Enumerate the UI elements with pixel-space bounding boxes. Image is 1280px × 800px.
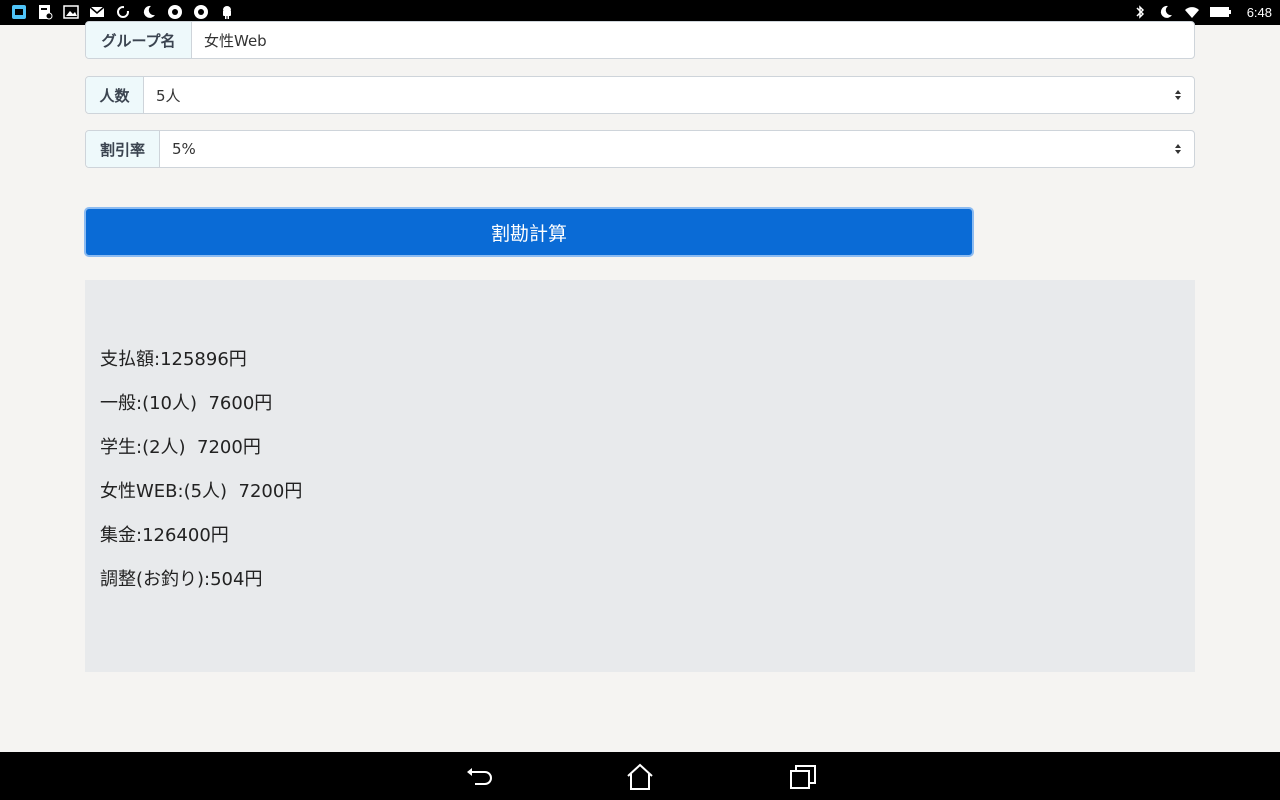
chrome-icon [192,3,210,21]
android-icon [218,3,236,21]
discount-select-group: 割引率 5% [85,130,1195,168]
result-panel: 支払額:125896円 一般:(10人) 7600円 学生:(2人) 7200円… [85,280,1195,672]
sync-icon [114,3,132,21]
main-content: グループ名 女性Web 人数 5人 割引率 5% 割勘計算 支払額:125896… [0,21,1280,752]
people-select[interactable]: 5人 [144,77,1194,113]
group-name-label: グループ名 [86,22,192,58]
home-icon[interactable] [625,762,655,792]
back-icon[interactable] [463,762,493,792]
system-icons: 6:48 [1131,3,1272,21]
select-arrows-icon [1175,144,1181,154]
bluetooth-icon [1131,3,1149,21]
result-general: 一般:(10人) 7600円 [100,393,273,414]
calculate-button[interactable]: 割勘計算 [84,207,974,257]
discount-select[interactable]: 5% [160,131,1194,167]
people-label: 人数 [86,77,144,113]
select-arrows-icon [1175,90,1181,100]
group-name-field-group: グループ名 女性Web [85,21,1195,59]
moon-icon [140,3,158,21]
mail-icon [88,3,106,21]
doc-icon [36,3,54,21]
result-change: 調整(お釣り):504円 [100,569,263,590]
wifi-icon [1183,3,1201,21]
group-name-input[interactable]: 女性Web [192,22,1194,58]
app-icon [10,3,28,21]
result-women-web: 女性WEB:(5人) 7200円 [100,481,303,502]
gallery-icon [62,3,80,21]
discount-label: 割引率 [86,131,160,167]
chrome-icon [166,3,184,21]
people-select-group: 人数 5人 [85,76,1195,114]
battery-icon [1209,3,1233,21]
clock: 6:48 [1246,4,1272,20]
result-student: 学生:(2人) 7200円 [100,437,261,458]
result-total-payment: 支払額:125896円 [100,349,247,370]
moon-icon [1157,3,1175,21]
navigation-bar [0,752,1280,800]
people-select-value: 5人 [156,86,181,105]
notification-icons [10,3,236,21]
discount-select-value: 5% [172,140,196,158]
result-collected: 集金:126400円 [100,525,229,546]
recent-apps-icon[interactable] [788,762,818,792]
